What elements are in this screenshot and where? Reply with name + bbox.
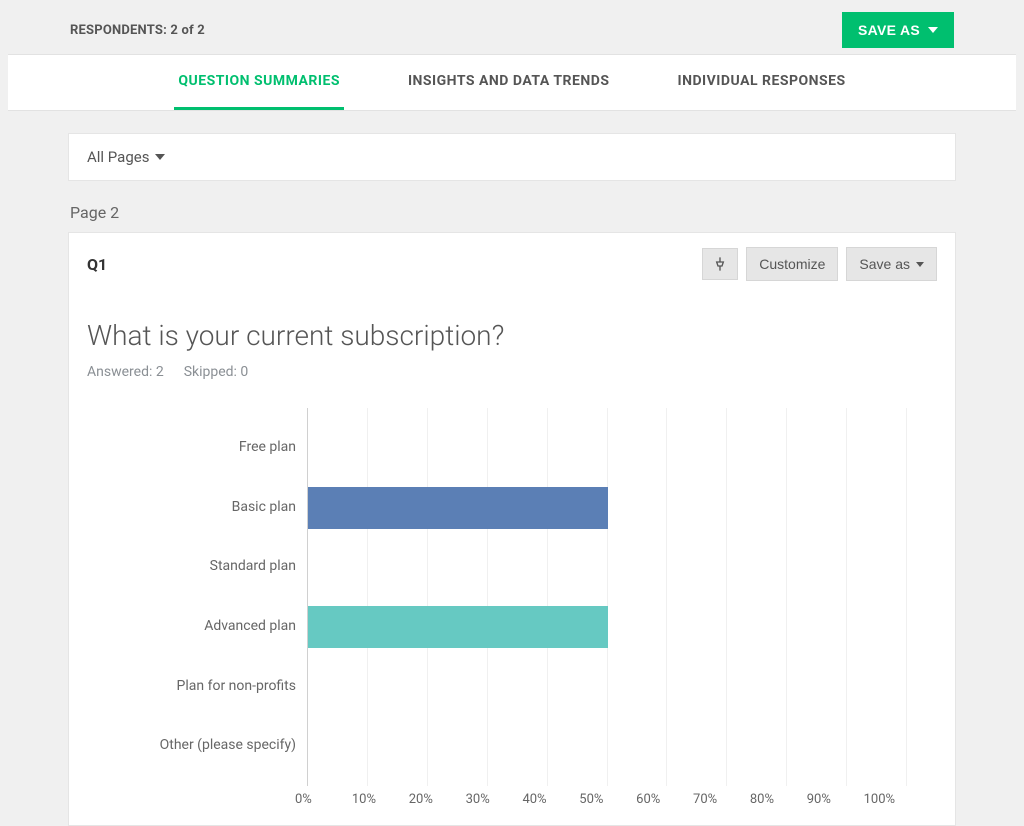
chart-x-tick: 20% [409,792,466,807]
page-filter-dropdown[interactable]: All Pages [68,133,956,181]
chart-row: Basic plan [308,478,907,538]
chart-category-label: Free plan [98,439,308,457]
chart-bar [308,487,608,529]
caret-down-icon [928,27,938,33]
chart-row: Standard plan [308,537,907,597]
chart-x-tick: 70% [693,792,750,807]
chart-x-axis: 0%10%20%30%40%50%60%70%80%90%100% [295,792,895,807]
chart-category-label: Standard plan [98,558,308,576]
chart-row: Free plan [308,418,907,478]
question-card: Q1 Customize Save as Wha [68,232,956,826]
chart-category-label: Plan for non-profits [98,678,308,696]
tabs: QUESTION SUMMARIES INSIGHTS AND DATA TRE… [8,54,1016,111]
chart-bars: Free planBasic planStandard planAdvanced… [308,408,907,786]
tab-individual-responses[interactable]: INDIVIDUAL RESPONSES [673,55,849,110]
save-as-button[interactable]: SAVE AS [842,12,954,48]
chart-x-tick: 80% [750,792,807,807]
page-section-label: Page 2 [70,203,954,222]
chart-bar [308,606,608,648]
chart-x-tick: 0% [295,792,352,807]
tab-question-summaries[interactable]: QUESTION SUMMARIES [174,55,344,110]
question-save-as-button[interactable]: Save as [846,247,937,281]
chart-x-tick: 40% [522,792,579,807]
pin-icon [712,256,728,272]
answered-count: Answered: 2 [87,364,164,380]
customize-button[interactable]: Customize [746,247,838,281]
page-filter-label: All Pages [87,148,149,166]
chart-x-tick: 90% [807,792,864,807]
chart-category-label: Advanced plan [98,618,308,636]
caret-down-icon [155,154,165,160]
question-save-as-label: Save as [859,256,910,272]
customize-label: Customize [759,256,825,272]
skipped-count: Skipped: 0 [184,364,249,380]
chart-x-tick: 60% [636,792,693,807]
save-as-label: SAVE AS [858,22,920,38]
tab-insights-data-trends[interactable]: INSIGHTS AND DATA TRENDS [404,55,614,110]
question-title: What is your current subscription? [87,319,937,352]
chart-x-tick: 50% [579,792,636,807]
chart-x-tick: 10% [352,792,409,807]
chart-category-label: Basic plan [98,499,308,517]
chart-row: Plan for non-profits [308,657,907,717]
chart-x-tick: 30% [466,792,523,807]
caret-down-icon [916,262,924,267]
chart-row: Other (please specify) [308,716,907,776]
chart-plot: Free planBasic planStandard planAdvanced… [307,408,907,786]
question-number: Q1 [87,255,107,274]
chart: Free planBasic planStandard planAdvanced… [87,408,937,807]
chart-x-tick: 100% [864,792,895,807]
chart-row: Advanced plan [308,597,907,657]
respondents-count: RESPONDENTS: 2 of 2 [70,23,205,38]
chart-category-label: Other (please specify) [98,737,308,755]
pin-button[interactable] [702,248,738,280]
